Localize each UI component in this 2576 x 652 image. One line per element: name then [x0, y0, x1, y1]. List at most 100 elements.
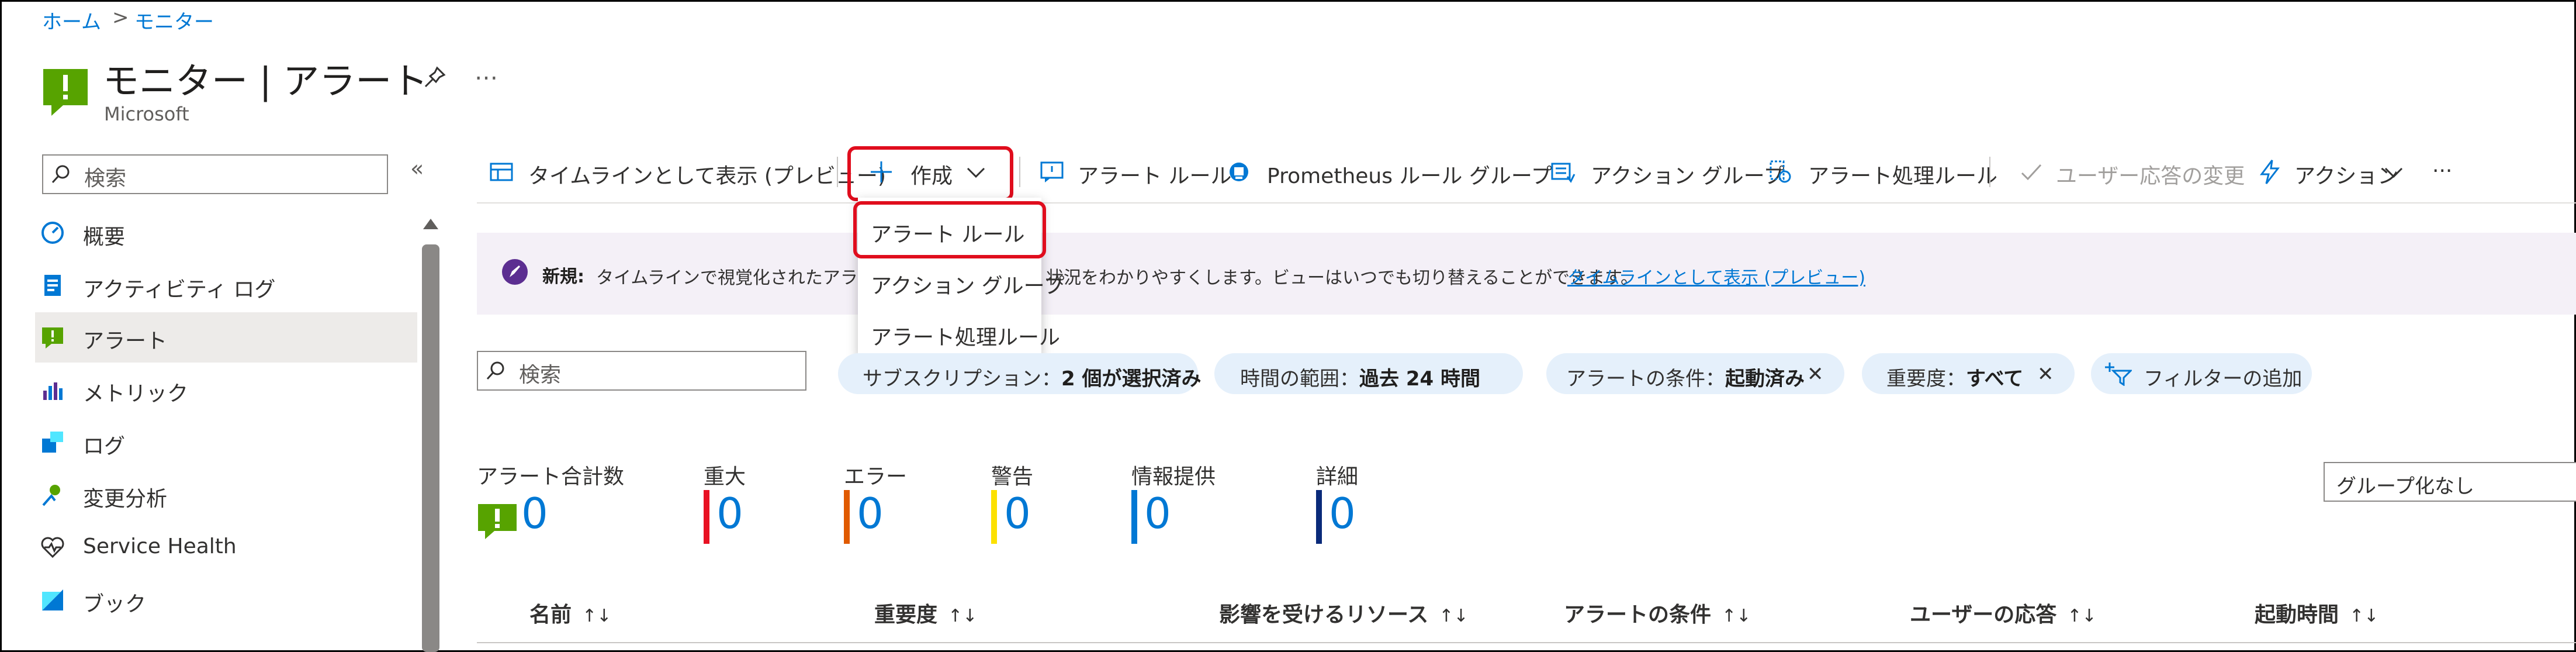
breadcrumb-home[interactable]: ホーム [42, 6, 101, 35]
sidebar-item-label: ログ [83, 434, 126, 458]
time-range-filter-label: 時間の範囲： [1240, 367, 1359, 391]
time-range-filter-pill[interactable]: 時間の範囲：過去 24 時間 [1214, 353, 1523, 394]
table-header-divider [477, 642, 2576, 643]
action-group-icon [1551, 163, 1576, 183]
chevron-down-icon [2384, 167, 2403, 178]
column-header-alert-condition[interactable]: アラートの条件 ↑↓ [1564, 598, 1751, 628]
alert-condition-filter-pill[interactable]: アラートの条件：起動済み ✕ [1546, 353, 1844, 394]
sidebar-item-service-health[interactable]: Service Health [35, 523, 417, 573]
alert-processing-rule-button[interactable]: アラート処理ルール [1767, 150, 1997, 194]
menu-item-action-group[interactable]: アクション グループ [858, 258, 1064, 303]
logs-icon [42, 432, 63, 453]
grouping-dropdown[interactable]: グループ化なし [2324, 462, 2576, 502]
toolbar-divider [1989, 157, 1990, 187]
workbook-icon [42, 589, 63, 610]
menu-item-processing-rule[interactable]: アラート処理ルール [858, 310, 1060, 354]
search-icon [51, 165, 70, 184]
banner-text-right: 状況をわかりやすくします。ビューはいつでも切り替えることができます。 [1046, 268, 1639, 288]
toolbar-divider [1019, 157, 1020, 187]
timeline-icon [490, 163, 513, 181]
banner-timeline-link[interactable]: タイムラインとして表示 (プレビュー) [1567, 263, 1865, 289]
sidebar-item-change-analysis[interactable]: 変更分析 [35, 470, 417, 520]
toolbar-divider [837, 157, 838, 187]
filter-search-input[interactable]: 検索 [477, 351, 806, 391]
collapse-sidebar-icon[interactable]: « [410, 156, 424, 181]
alert-rule-button[interactable]: アラート ルール [1039, 150, 1231, 194]
breadcrumb-monitor[interactable]: モニター [134, 6, 214, 35]
banner-text-left: タイムラインで視覚化されたアラー [596, 268, 875, 288]
sort-icon: ↑↓ [1439, 606, 1469, 626]
sidebar-item-metrics[interactable]: メトリック [35, 365, 417, 415]
alert-processing-rule-label: アラート処理ルール [1808, 164, 1998, 188]
page-title: モニター | アラート [103, 60, 428, 102]
menu-item-highlight [853, 201, 1046, 258]
action-group-label: アクション グループ [1591, 164, 1785, 188]
close-icon[interactable]: ✕ [1807, 363, 1824, 386]
menu-item-label: アラート処理ルール [871, 326, 1061, 350]
add-filter-label: フィルターの追加 [2144, 367, 2303, 391]
sidebar-item-alerts[interactable]: アラート [35, 312, 417, 363]
column-header-severity[interactable]: 重要度 ↑↓ [874, 598, 977, 628]
menu-item-label: アクション グループ [871, 274, 1065, 298]
total-alerts-value: 0 [521, 489, 548, 538]
filter-search-placeholder: 検索 [519, 363, 562, 387]
page-subtitle: Microsoft [104, 103, 189, 125]
more-commands-icon: ··· [2432, 159, 2453, 183]
action-group-button[interactable]: アクション グループ [1550, 150, 1784, 194]
sort-icon: ↑↓ [948, 606, 978, 626]
close-icon[interactable]: ✕ [2037, 363, 2054, 386]
total-alerts-label: アラート合計数 [477, 465, 625, 489]
sidebar-scrollbar[interactable] [422, 244, 439, 652]
error-severity-bar [844, 490, 850, 544]
severity-filter-pill[interactable]: 重要度：すべて ✕ [1862, 353, 2075, 394]
change-analysis-icon [42, 485, 60, 506]
column-header-user-response[interactable]: ユーザーの応答 ↑↓ [1910, 598, 2097, 628]
change-user-response-button[interactable]: ユーザー応答の変更 [2018, 150, 2245, 194]
sidebar-scroll-up-icon[interactable] [422, 215, 439, 239]
add-filter-button[interactable]: フィルターの追加 [2091, 353, 2312, 394]
verbose-label: 詳細 [1316, 465, 1359, 489]
checkmark-icon [2021, 164, 2042, 181]
add-filter-icon [2105, 363, 2132, 386]
sort-icon: ↑↓ [2067, 606, 2097, 626]
timeline-view-button[interactable]: タイムラインとして表示 (プレビュー) [489, 150, 886, 194]
critical-value: 0 [716, 489, 743, 538]
actions-button[interactable]: アクション [2257, 150, 2409, 194]
prometheus-rule-group-button[interactable]: Prometheus ルール グループ [1226, 150, 1552, 194]
sidebar-search-input[interactable]: 検索 [42, 154, 388, 194]
alert-processing-rule-icon [1770, 160, 1791, 183]
banner-new-label: 新規: [542, 267, 584, 287]
alert-icon [42, 327, 63, 349]
verbose-severity-bar [1316, 490, 1322, 544]
column-header-name[interactable]: 名前 ↑↓ [529, 598, 611, 628]
error-label: エラー [844, 465, 908, 489]
warning-severity-bar [991, 490, 997, 544]
warning-label: 警告 [991, 465, 1034, 489]
alert-condition-filter-value: 起動済み [1725, 367, 1805, 391]
subscription-filter-pill[interactable]: サブスクリプション：2 個が選択済み [838, 353, 1202, 394]
activity-log-icon [44, 275, 61, 296]
column-header-fired-time[interactable]: 起動時間 ↑↓ [2255, 598, 2378, 628]
breadcrumb-separator: > [112, 6, 129, 29]
lightning-icon [2260, 160, 2280, 184]
severity-filter-value: すべて [1966, 367, 2024, 391]
sidebar-item-logs[interactable]: ログ [35, 418, 417, 468]
sidebar-item-activity-log[interactable]: アクティビティ ログ [35, 261, 417, 311]
column-header-affected-resource[interactable]: 影響を受けるリソース ↑↓ [1219, 598, 1468, 628]
time-range-filter-value: 過去 24 時間 [1359, 367, 1480, 391]
more-options-icon[interactable]: … [475, 58, 498, 85]
sidebar-item-workbooks[interactable]: ブック [35, 575, 417, 626]
more-commands-button[interactable]: ··· [2432, 150, 2467, 194]
sort-icon: ↑↓ [582, 606, 612, 626]
sidebar-item-label: 概要 [83, 225, 126, 249]
alert-rule-label: アラート ルール [1078, 164, 1232, 188]
pin-icon[interactable] [422, 64, 448, 90]
critical-severity-bar [704, 490, 709, 544]
alert-rule-icon [1040, 161, 1064, 182]
alert-header-icon [43, 69, 88, 116]
sidebar-item-overview[interactable]: 概要 [35, 208, 417, 258]
subscription-filter-value: 2 個が選択済み [1061, 367, 1202, 391]
informational-label: 情報提供 [1131, 465, 1216, 489]
alert-condition-filter-label: アラートの条件： [1566, 367, 1725, 391]
severity-filter-label: 重要度： [1886, 367, 1966, 391]
